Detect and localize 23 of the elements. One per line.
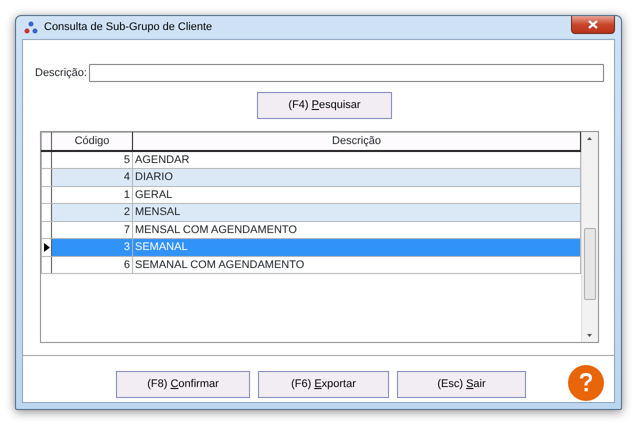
input-field[interactable] (88, 64, 604, 82)
dialog-button[interactable]: (F6) Exportar (258, 370, 389, 398)
table-cell: 4 (52, 168, 132, 186)
table-cell: 3 (52, 238, 132, 256)
dialog-button[interactable]: (Esc) Sair (397, 370, 526, 398)
dialog-button[interactable]: (F8) Confirmar (116, 370, 250, 398)
search-button[interactable]: (F4) Pesquisar (257, 92, 392, 119)
table-cell: 2 (52, 204, 132, 221)
scroll-thumb[interactable] (584, 228, 596, 300)
table-cell: SEMANAL COM AGENDAMENTO (132, 256, 580, 274)
table-cell: DIARIO (132, 168, 580, 186)
table-cell: 6 (52, 256, 132, 274)
scrollbar[interactable] (581, 132, 598, 342)
window-title: Consulta de Sub-Grupo de Cliente (44, 20, 212, 36)
table-cell: MENSAL (132, 204, 580, 221)
close-icon (588, 20, 598, 28)
column-header[interactable]: Descrição (132, 132, 580, 150)
app-icon (24, 20, 38, 34)
column-header[interactable]: Código (52, 132, 132, 150)
table-cell: SEMANAL (132, 238, 580, 256)
help-icon[interactable] (568, 365, 604, 401)
close-button[interactable] (571, 16, 615, 34)
field-label: Descrição: (35, 66, 87, 81)
